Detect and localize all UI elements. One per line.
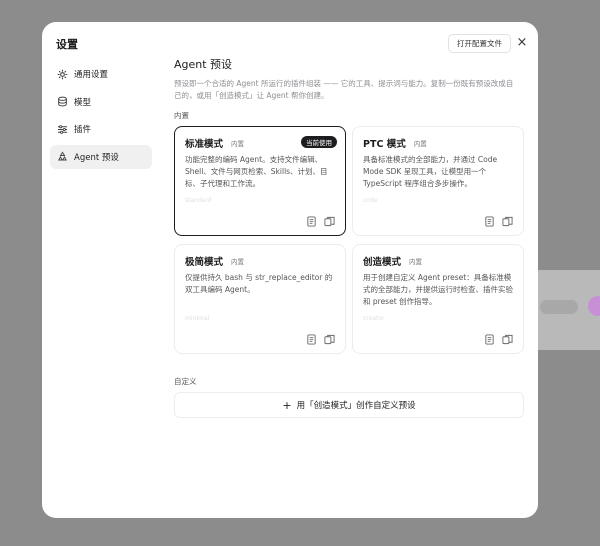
copy-icon[interactable] — [502, 334, 513, 345]
settings-sidebar: 通用设置 模型 插件 Agent 预设 — [50, 62, 152, 172]
preset-name: 标准模式 — [185, 139, 224, 150]
copy-icon[interactable] — [502, 216, 513, 227]
page-description: 预设即一个合适的 Agent 所运行的插件组装 —— 它的工具、提示词与能力。复… — [174, 79, 514, 100]
preset-name: 创造模式 — [363, 257, 402, 268]
preset-description: 仅提供持久 bash 与 str_replace_editor 的双工具编码 A… — [185, 273, 333, 294]
preset-description: 用于创建自定义 Agent preset：具备标准模式的全部能力，并提供运行时检… — [363, 273, 513, 306]
preset-id: standard — [185, 197, 212, 204]
page-title: Agent 预设 — [174, 58, 233, 71]
view-doc-icon[interactable] — [484, 334, 495, 345]
view-doc-icon[interactable] — [306, 216, 317, 227]
builtin-badge: 内置 — [231, 140, 245, 148]
sidebar-item-label: 插件 — [74, 125, 92, 135]
builtin-badge: 内置 — [231, 258, 245, 266]
preset-card-ptc[interactable]: PTC 模式 内置 具备标准模式的全部能力，并通过 Code Mode SDK … — [352, 126, 524, 236]
plus-icon: + — [282, 398, 292, 412]
builtin-section-label: 内置 — [174, 111, 189, 120]
preset-name: 极简模式 — [185, 257, 224, 268]
sidebar-item-general[interactable]: 通用设置 — [50, 62, 152, 86]
custom-section-label: 自定义 — [174, 377, 197, 386]
sliders-icon — [57, 124, 68, 135]
builtin-badge: 内置 — [413, 140, 427, 148]
preset-id: creator — [363, 315, 385, 322]
open-config-button[interactable]: 打开配置文件 — [448, 34, 511, 53]
sidebar-item-label: Agent 预设 — [74, 152, 119, 163]
sidebar-item-models[interactable]: 模型 — [50, 90, 152, 114]
current-badge: 当前使用 — [301, 136, 337, 148]
preset-card-minimal[interactable]: 极简模式 内置 仅提供持久 bash 与 str_replace_editor … — [174, 244, 346, 354]
copy-icon[interactable] — [324, 216, 335, 227]
preset-description: 具备标准模式的全部能力，并通过 Code Mode SDK 呈现工具，让模型用一… — [363, 155, 498, 188]
dialog-title: 设置 — [56, 38, 78, 51]
preset-card-standard[interactable]: 标准模式 内置 当前使用 功能完整的编码 Agent。支持文件编辑、Shell、… — [174, 126, 346, 236]
create-button-label: 用「创造模式」创作自定义预设 — [296, 401, 416, 411]
preset-id: code — [363, 197, 378, 204]
recycle-icon — [57, 151, 68, 162]
preset-card-creator[interactable]: 创造模式 内置 用于创建自定义 Agent preset：具备标准模式的全部能力… — [352, 244, 524, 354]
gear-icon — [57, 69, 68, 80]
database-icon — [57, 96, 68, 107]
sidebar-item-label: 通用设置 — [74, 70, 109, 80]
preset-description: 功能完整的编码 Agent。支持文件编辑、Shell、文件与网页检索、Skill… — [185, 155, 328, 188]
view-doc-icon[interactable] — [306, 334, 317, 345]
close-icon[interactable]: × — [514, 34, 530, 52]
sidebar-item-plugins[interactable]: 插件 — [50, 117, 152, 141]
create-custom-preset-button[interactable]: + 用「创造模式」创作自定义预设 — [174, 392, 524, 418]
preset-id: minimal — [185, 315, 210, 322]
sidebar-item-label: 模型 — [74, 97, 92, 108]
copy-icon[interactable] — [324, 334, 335, 345]
background-pill — [540, 300, 578, 314]
view-doc-icon[interactable] — [484, 216, 495, 227]
sidebar-item-agent-presets[interactable]: Agent 预设 — [50, 144, 152, 169]
settings-dialog: 设置 通用设置 模型 插件 Agent 预设 打开配置文件 × Agent 预设… — [42, 22, 538, 518]
preset-name: PTC 模式 — [363, 139, 406, 150]
builtin-badge: 内置 — [409, 258, 423, 266]
